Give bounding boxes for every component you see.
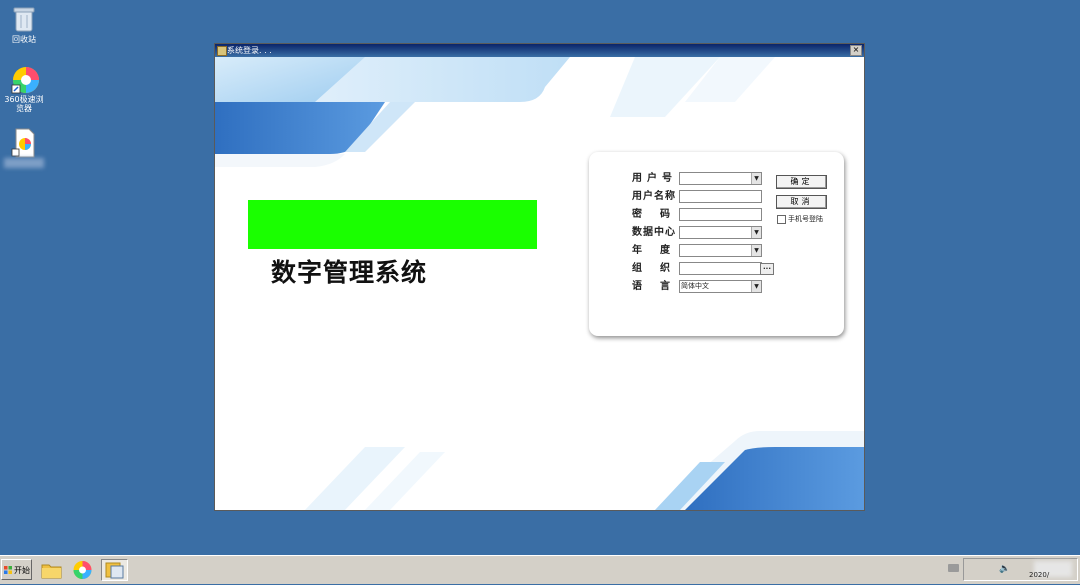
password-label: 密码 [632, 209, 688, 220]
window-title: 系统登录. . . [227, 46, 272, 55]
year-dropdown[interactable]: ▼ [679, 244, 762, 257]
organization-label: 组织 [632, 263, 688, 274]
user-name-label: 用户名称 [632, 191, 676, 202]
blurred-label [4, 158, 44, 168]
data-center-label: 数据中心 [632, 227, 676, 238]
cancel-button[interactable]: 取消 [776, 195, 827, 209]
taskbar-clock: 2020/ [1029, 571, 1050, 579]
dropdown-arrow-icon[interactable]: ▼ [751, 281, 761, 292]
start-button[interactable]: 开始 [1, 559, 32, 580]
start-label: 开始 [14, 566, 30, 575]
phone-login-checkbox[interactable] [777, 214, 786, 224]
language-dropdown[interactable]: 简体中文 ▼ [679, 280, 762, 293]
dropdown-arrow-icon[interactable]: ▼ [751, 173, 761, 184]
browser-360-icon [11, 65, 39, 94]
shortcut-doc-icon [11, 128, 37, 158]
brand-banner [248, 200, 537, 249]
window-titlebar[interactable]: 系统登录. . . × [215, 44, 864, 57]
user-name-input[interactable] [679, 190, 762, 203]
window-app-icon [217, 46, 227, 56]
dropdown-arrow-icon[interactable]: ▼ [751, 227, 761, 238]
printer-tray-icon[interactable] [948, 564, 959, 572]
login-canvas: 数字管理系统 用户号 ▼ 用户名称 密码 数据中心 ▼ 年度 ▼ 组织 ... … [215, 57, 864, 510]
dropdown-arrow-icon[interactable]: ▼ [751, 245, 761, 256]
year-label: 年度 [632, 245, 688, 256]
desktop-icon-recycle-bin[interactable]: 回收站 [0, 5, 48, 44]
language-label: 语言 [632, 281, 688, 292]
desktop-icon-shortcut[interactable] [0, 128, 48, 168]
ok-button[interactable]: 确定 [776, 175, 827, 189]
user-id-label: 用户号 [632, 173, 677, 184]
recycle-bin-icon [11, 5, 37, 33]
browser-360-taskbar-icon[interactable] [71, 559, 94, 581]
desktop-icon-label: 360极速浏览器 [4, 95, 44, 113]
data-center-dropdown[interactable]: ▼ [679, 226, 762, 239]
windows-flag-icon [4, 566, 12, 574]
active-app-taskbar-icon[interactable] [101, 559, 128, 581]
desktop-icon-360-browser[interactable]: 360极速浏览器 [0, 65, 48, 113]
file-explorer-icon[interactable] [40, 559, 63, 581]
password-input[interactable] [679, 208, 762, 221]
phone-login-label: 手机号登陆 [788, 215, 823, 223]
organization-input[interactable] [679, 262, 762, 275]
user-id-dropdown[interactable]: ▼ [679, 172, 762, 185]
close-button[interactable]: × [850, 45, 862, 56]
phone-login-option[interactable]: 手机号登陆 [777, 214, 823, 224]
desktop-icon-label: 回收站 [12, 35, 36, 44]
system-tray: 🔈 [963, 558, 1078, 581]
volume-icon[interactable]: 🔈 [999, 564, 1010, 574]
login-window: 系统登录. . . × 数字管理系统 用户号 ▼ 用户名称 密码 数据中心 ▼ … [214, 43, 865, 511]
app-title: 数字管理系统 [271, 258, 428, 287]
taskbar: 开始 🔈 [0, 555, 1080, 584]
login-panel: 用户号 ▼ 用户名称 密码 数据中心 ▼ 年度 ▼ 组织 ... 语言 简体中文… [589, 152, 844, 336]
browse-ellipsis-button[interactable]: ... [760, 263, 774, 275]
